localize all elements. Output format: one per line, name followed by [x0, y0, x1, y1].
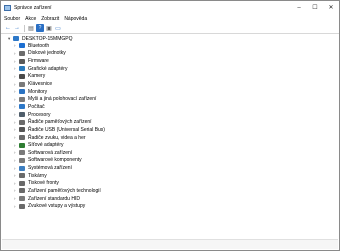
tree-item-label: Klávesnice [28, 81, 53, 88]
monitor-icon[interactable]: ▭ [54, 24, 62, 32]
tree-item[interactable]: › Řadiče USB (Universal Serial Bus) [2, 126, 338, 134]
menu-zobrazit[interactable]: Zobrazit [41, 16, 59, 22]
chip-icon [19, 58, 25, 64]
computer-icon [19, 104, 25, 110]
tree-item[interactable]: › Diskové jednotky [2, 50, 338, 58]
tree-item[interactable]: › Zařízení paměťových technologií [2, 187, 338, 195]
keyboard-icon [19, 81, 25, 87]
tree-item[interactable]: › Softwarová zařízení [2, 149, 338, 157]
tree-item[interactable]: › Systémová zařízení [2, 164, 338, 172]
tree-item-label: Monitory [28, 88, 48, 95]
tree-item-label: Řadiče USB (Universal Serial Bus) [28, 126, 105, 133]
forward-arrow-icon[interactable]: → [13, 24, 21, 32]
tree-item-label: Grafické adaptéry [28, 65, 68, 72]
tree-item[interactable]: › Bluetooth [2, 42, 338, 50]
tree-item-label: Síťové adaptéry [28, 142, 64, 149]
storage-controller-icon [19, 119, 25, 125]
tree-item[interactable]: › Softwarové komponenty [2, 157, 338, 165]
tree-item[interactable]: › Kamery [2, 73, 338, 81]
tree-item-label: Zařízení paměťových technologií [28, 187, 101, 194]
tree-item-label: Softwarové komponenty [28, 157, 82, 164]
memory-device-icon [19, 188, 25, 194]
print-queue-icon [19, 180, 25, 186]
tree-item-label: Systémová zařízení [28, 165, 72, 172]
device-manager-window: Správce zařízení – ☐ ✕ Soubor Akce Zobra… [0, 0, 340, 251]
toolbar: ← → ▤ ? ▣ ▭ [1, 23, 339, 34]
camera-icon [19, 73, 25, 79]
disk-icon [19, 50, 25, 56]
tree-item[interactable]: › Tiskové fronty [2, 180, 338, 188]
menu-bar: Soubor Akce Zobrazit Nápověda [1, 14, 339, 23]
tree-item-label: Kamery [28, 73, 46, 80]
display-adapter-icon [19, 66, 25, 72]
tree-item-label: Zařízení standardu HID [28, 195, 80, 202]
tree-item-label: Řadiče paměťových zařízení [28, 119, 92, 126]
software-component-icon [19, 157, 25, 163]
menu-napoveda[interactable]: Nápověda [64, 16, 87, 22]
speaker-icon [19, 135, 25, 140]
tree-item-label: Myši a jiná polohovací zařízení [28, 96, 97, 103]
tree-item-label: Firmware [28, 58, 49, 65]
computer-icon [13, 36, 19, 41]
tree-item[interactable]: › Síťové adaptéry [2, 141, 338, 149]
tree-item[interactable]: › Řadiče paměťových zařízení [2, 118, 338, 126]
tree-item-label: Softwarová zařízení [28, 149, 73, 156]
window-title: Správce zařízení [14, 4, 52, 11]
tree-root-label: DESKTOP-15MMGPQ [22, 35, 73, 42]
tree-item[interactable]: › Zvukové vstupy a výstupy [2, 202, 338, 210]
tree-item[interactable]: › Zařízení standardu HID [2, 195, 338, 203]
tree-item-label: Řadiče zvuku, videa a her [28, 134, 86, 141]
tree-item[interactable]: › Monitory [2, 88, 338, 96]
hid-icon [19, 196, 25, 202]
close-button[interactable]: ✕ [323, 1, 339, 14]
back-arrow-icon[interactable]: ← [4, 24, 12, 32]
tree-item[interactable]: › Procesory [2, 111, 338, 119]
tree-item[interactable]: › Firmware [2, 57, 338, 65]
tree-item-label: Bluetooth [28, 42, 50, 49]
title-bar: Správce zařízení – ☐ ✕ [1, 1, 339, 14]
toolbar-separator [24, 24, 25, 32]
device-manager-icon [4, 4, 11, 11]
menu-soubor[interactable]: Soubor [4, 16, 20, 22]
minimize-button[interactable]: – [291, 1, 307, 14]
usb-icon [19, 127, 25, 133]
audio-io-icon [19, 203, 25, 209]
status-bar [2, 239, 338, 249]
tree-item[interactable]: › Počítač [2, 103, 338, 111]
software-device-icon [19, 150, 25, 156]
system-device-icon [19, 165, 25, 171]
tree-item[interactable]: › Tiskárny [2, 172, 338, 180]
tree-item-label: Zvukové vstupy a výstupy [28, 203, 86, 210]
processor-icon [19, 112, 25, 118]
network-icon [19, 142, 25, 148]
mouse-icon [19, 96, 25, 102]
printer-icon [19, 173, 25, 179]
tree-item-label: Tiskové fronty [28, 180, 59, 187]
show-hidden-icon[interactable]: ▣ [45, 24, 53, 32]
menu-akce[interactable]: Akce [25, 16, 36, 22]
tree-item-label: Diskové jednotky [28, 50, 66, 57]
monitor-icon [19, 89, 25, 95]
tree-item[interactable]: › Myši a jiná polohovací zařízení [2, 95, 338, 103]
tree-item-label: Počítač [28, 103, 45, 110]
tree-item-label: Tiskárny [28, 172, 47, 179]
tree-item[interactable]: › Grafické adaptéry [2, 65, 338, 73]
tree-item[interactable]: › Klávesnice [2, 80, 338, 88]
maximize-button[interactable]: ☐ [307, 1, 323, 14]
device-tree: ▾ DESKTOP-15MMGPQ › Bluetooth › Diskové jed… [2, 35, 338, 238]
help-icon[interactable]: ? [36, 24, 44, 32]
bluetooth-icon [19, 43, 25, 49]
properties-icon[interactable]: ▤ [27, 24, 35, 32]
tree-item[interactable]: › Řadiče zvuku, videa a her [2, 134, 338, 142]
tree-root[interactable]: ▾ DESKTOP-15MMGPQ [2, 35, 338, 42]
tree-item-label: Procesory [28, 111, 51, 118]
